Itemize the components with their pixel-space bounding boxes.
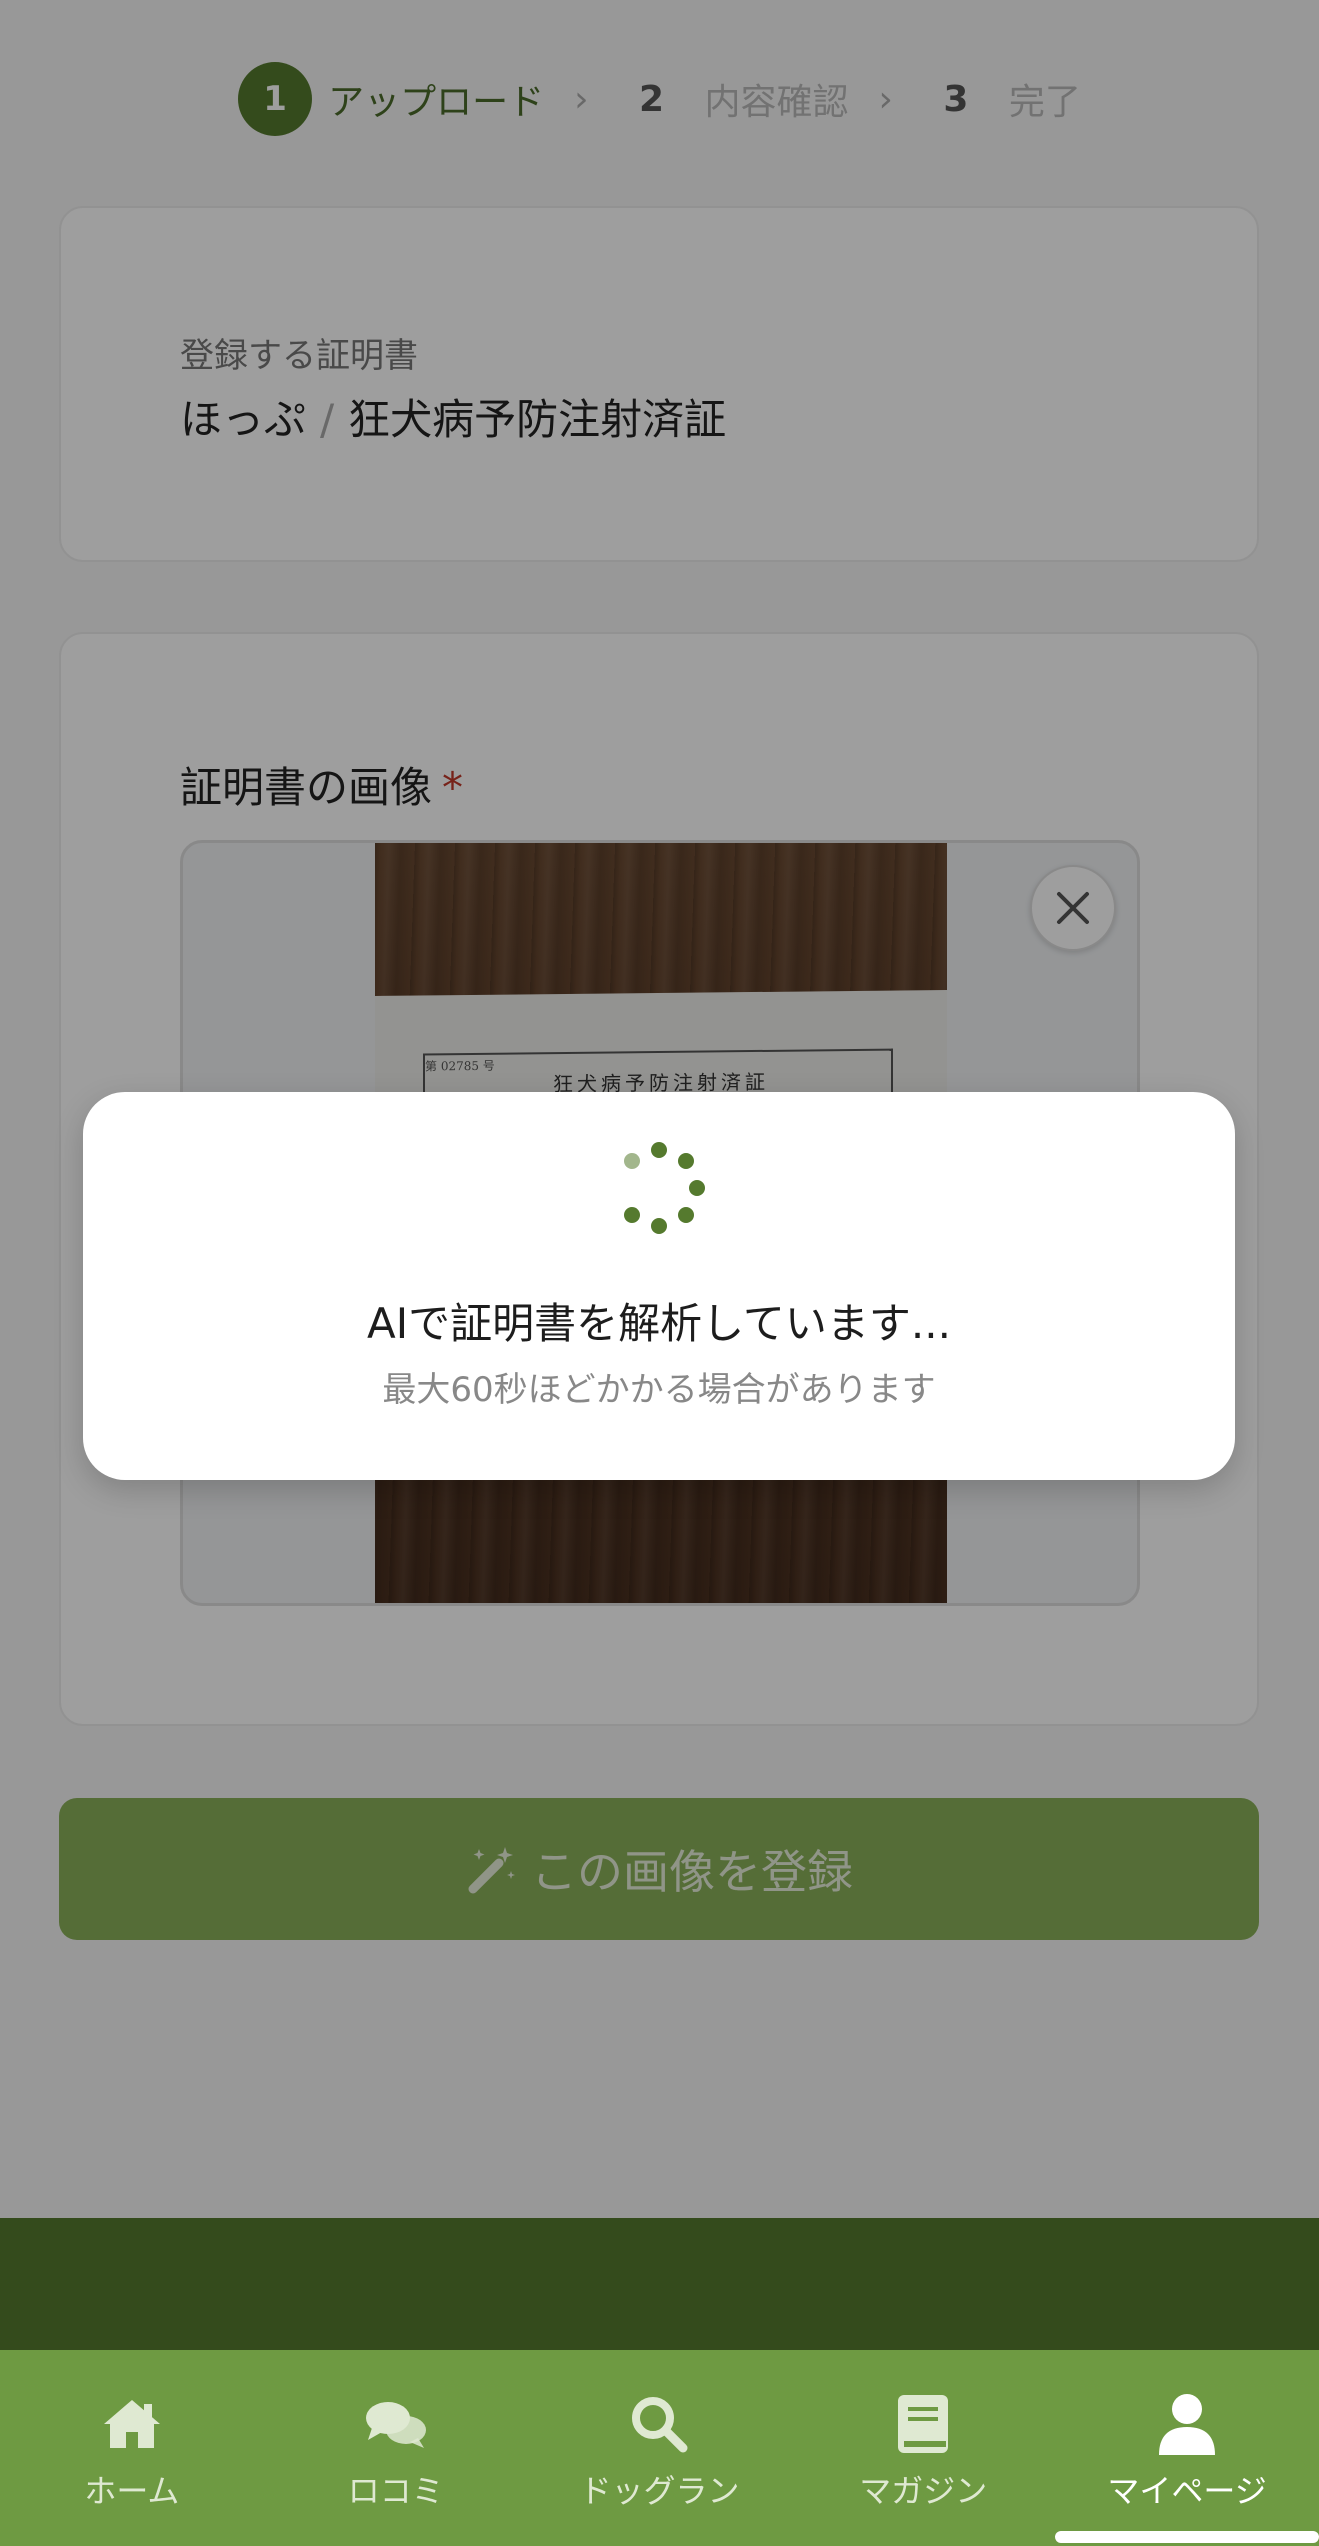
nav-label-dogrun: ドッグラン xyxy=(579,2472,740,2510)
nav-label-mypage: マイページ xyxy=(1107,2472,1267,2510)
home-icon xyxy=(100,2390,164,2458)
page: 1 アップロード › 2 内容確認 › 3 完了 登録する証明書 ほっぷ / 狂犬病… xyxy=(0,0,1319,2546)
nav-item-dogrun[interactable]: ドッグラン xyxy=(528,2350,792,2546)
search-icon xyxy=(629,2390,689,2458)
home-indicator xyxy=(1055,2531,1319,2543)
nav-item-magazine[interactable]: マガジン xyxy=(791,2350,1055,2546)
nav-label-home: ホーム xyxy=(84,2472,180,2510)
loading-modal: AIで証明書を解析しています... 最大60秒ほどかかる場合があります xyxy=(83,1092,1235,1480)
chat-icon xyxy=(364,2390,428,2458)
nav-item-reviews[interactable]: ロコミ xyxy=(264,2350,528,2546)
book-icon xyxy=(896,2390,950,2458)
loading-subtitle: 最大60秒ほどかかる場合があります xyxy=(382,1370,936,1410)
nav-item-home[interactable]: ホーム xyxy=(0,2350,264,2546)
loading-title: AIで証明書を解析しています... xyxy=(367,1299,951,1348)
bottom-nav: ホーム ロコミ ドッグラン マガジン マイページ xyxy=(0,2350,1319,2546)
nav-label-magazine: マガジン xyxy=(859,2472,988,2510)
user-icon xyxy=(1157,2390,1217,2458)
nav-item-mypage[interactable]: マイページ xyxy=(1055,2350,1319,2546)
nav-label-reviews: ロコミ xyxy=(347,2472,444,2510)
